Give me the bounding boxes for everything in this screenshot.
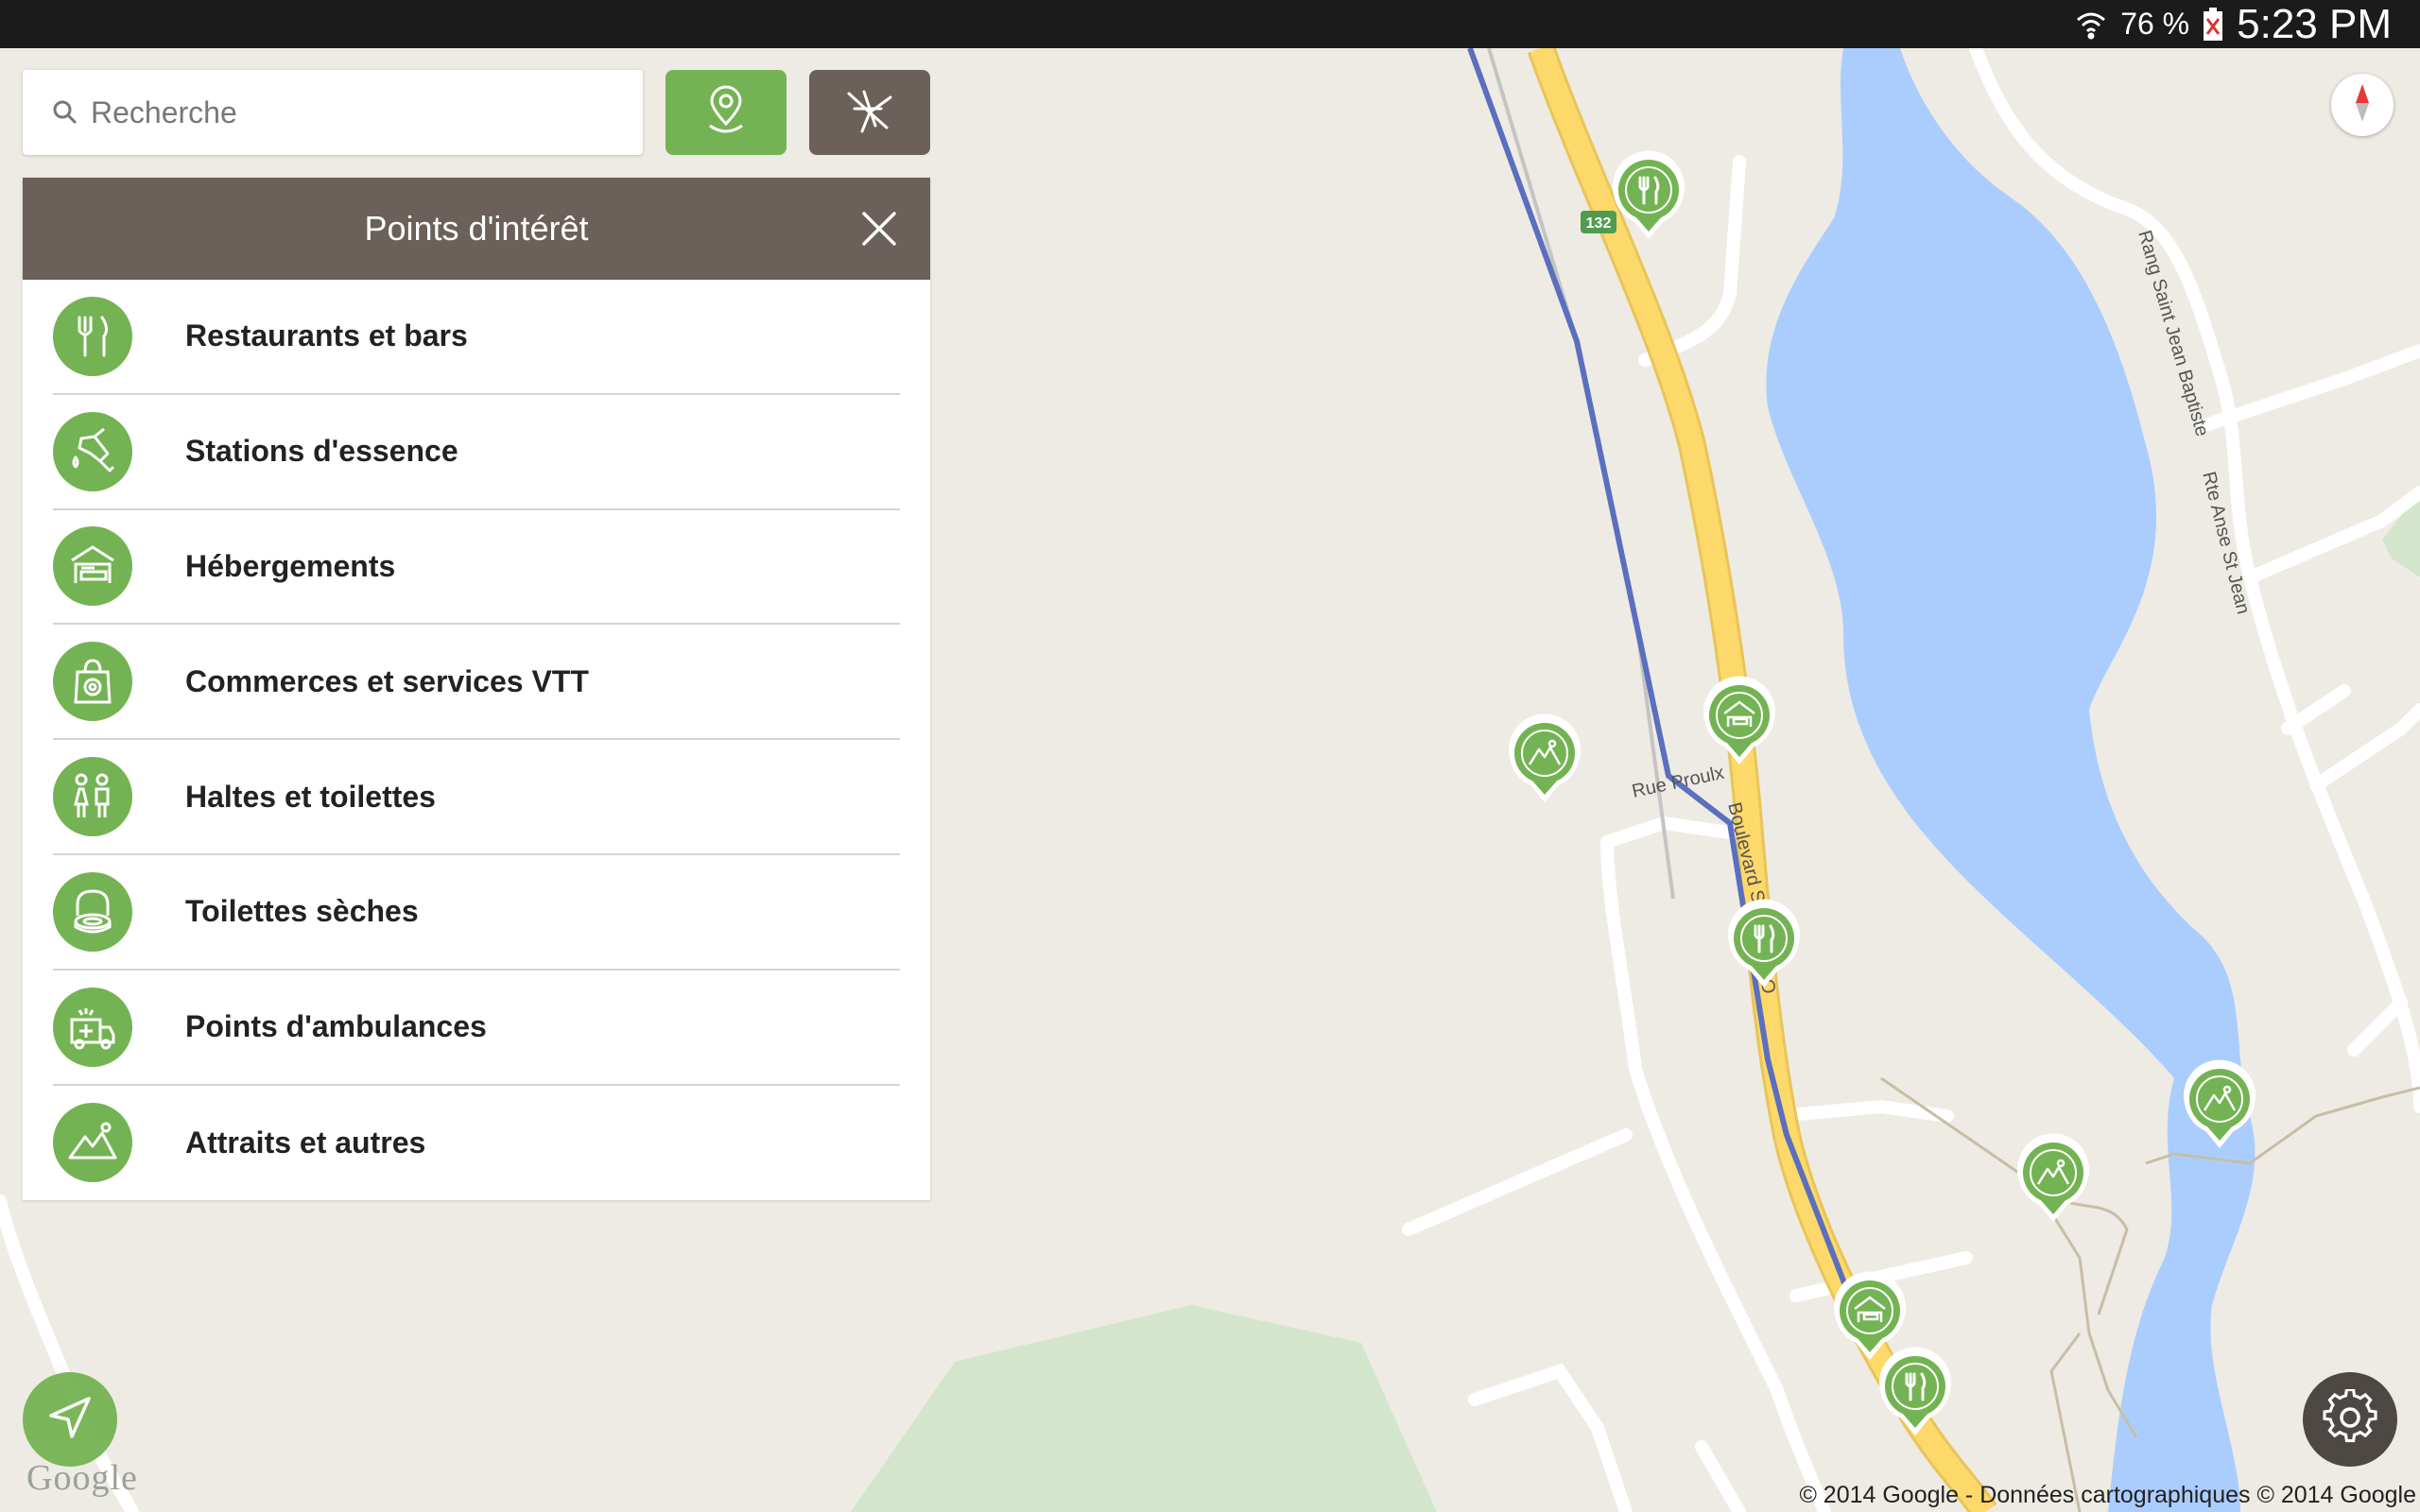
google-logo: Google <box>26 1458 138 1498</box>
search-input[interactable] <box>91 94 601 130</box>
dry-toilet-icon <box>53 871 132 952</box>
trails-toggle-button[interactable] <box>809 70 930 155</box>
poi-item-label: Commerces et services VTT <box>185 663 589 698</box>
poi-item-lodging[interactable]: Hébergements <box>53 510 900 626</box>
mountain-icon <box>53 1103 132 1183</box>
ambulance-icon <box>53 987 132 1067</box>
map-copyright: © 2014 Google - Données cartographiques … <box>1799 1482 2416 1508</box>
poi-list: Restaurants et bars Stations d'essence H… <box>23 280 930 1200</box>
trails-network-icon <box>843 84 896 142</box>
poi-item-label: Haltes et toilettes <box>185 779 436 814</box>
poi-item-label: Toilettes sèches <box>185 894 419 929</box>
gear-icon <box>2322 1387 2378 1451</box>
my-location-button[interactable] <box>23 1372 117 1467</box>
route-shield-132: 132 <box>1581 211 1616 233</box>
navigation-arrow-icon <box>45 1393 95 1447</box>
poi-panel-title: Points d'intérêt <box>364 209 589 248</box>
poi-item-label: Restaurants et bars <box>185 318 468 353</box>
lodging-icon <box>53 526 132 607</box>
poi-item-dry-toilets[interactable]: Toilettes sèches <box>53 855 900 971</box>
poi-item-label: Hébergements <box>185 548 396 583</box>
fork-knife-icon <box>53 296 132 376</box>
poi-item-label: Stations d'essence <box>185 434 458 469</box>
battery-icon <box>2203 7 2223 42</box>
status-clock: 5:23 PM <box>2237 0 2392 47</box>
compass-icon <box>2348 82 2377 129</box>
poi-item-label: Points d'ambulances <box>185 1009 487 1044</box>
search-bar[interactable] <box>23 70 643 155</box>
poi-item-gas-stations[interactable]: Stations d'essence <box>53 395 900 510</box>
poi-panel: Points d'intérêt Restaurants et bars Sta… <box>23 178 930 1200</box>
battery-percent: 76 % <box>2120 7 2190 41</box>
poi-item-ambulances[interactable]: Points d'ambulances <box>53 971 900 1086</box>
search-icon <box>51 98 79 127</box>
poi-item-attractions[interactable]: Attraits et autres <box>53 1086 900 1201</box>
restroom-icon <box>53 757 132 837</box>
settings-button[interactable] <box>2303 1372 2397 1467</box>
status-bar: 76 % 5:23 PM <box>0 0 2420 48</box>
wifi-icon <box>2075 9 2107 41</box>
poi-item-atv-shops[interactable]: Commerces et services VTT <box>53 625 900 741</box>
shopping-bag-icon <box>53 642 132 722</box>
compass-button[interactable] <box>2331 74 2394 136</box>
poi-item-restaurants[interactable]: Restaurants et bars <box>53 280 900 395</box>
poi-panel-header: Points d'intérêt <box>23 178 930 280</box>
close-icon[interactable] <box>860 210 898 248</box>
map-pin-icon <box>702 84 750 142</box>
svg-text:132: 132 <box>1586 215 1612 232</box>
poi-item-restrooms[interactable]: Haltes et toilettes <box>53 740 900 855</box>
fuel-nozzle-icon <box>53 411 132 491</box>
poi-item-label: Attraits et autres <box>185 1125 426 1160</box>
poi-toggle-button[interactable] <box>666 70 786 155</box>
